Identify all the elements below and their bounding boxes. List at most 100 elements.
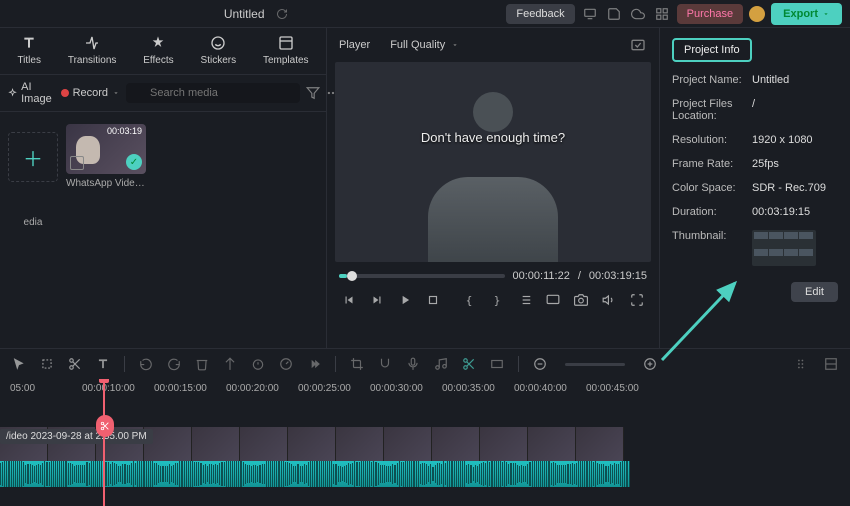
select-tool-icon[interactable] [38, 355, 56, 373]
tool-tabs: Titles Transitions Effects Stickers Temp… [0, 28, 326, 75]
clip-label: /ideo 2023-09-28 at 2.55.00 PM [0, 429, 153, 444]
tab-transitions[interactable]: Transitions [68, 34, 117, 66]
fullscreen-icon[interactable] [627, 290, 647, 310]
quality-select[interactable]: Full Quality [382, 36, 467, 54]
video-caption: Don't have enough time? [421, 130, 565, 145]
inspector-panel: Project Info Project Name:Untitled Proje… [659, 28, 850, 348]
display-icon[interactable] [543, 290, 563, 310]
crop-icon[interactable] [348, 355, 366, 373]
prop-colorspace: SDR - Rec.709 [752, 182, 826, 194]
media-duration: 00:03:19 [107, 126, 142, 136]
thumbnail-preview [752, 230, 816, 266]
tab-effects[interactable]: Effects [143, 34, 173, 66]
tab-templates[interactable]: Templates [263, 34, 309, 66]
ai-image-button[interactable]: AI Image [8, 81, 55, 105]
current-time: 00:00:11:22 [513, 270, 570, 282]
project-info-button[interactable]: Project Info [672, 38, 752, 62]
main-area: Titles Transitions Effects Stickers Temp… [0, 28, 850, 348]
zoom-in-icon[interactable] [641, 355, 659, 373]
media-category-label: edia [24, 217, 43, 228]
purchase-button[interactable]: Purchase [677, 4, 743, 24]
volume-icon[interactable] [599, 290, 619, 310]
media-type-icon [70, 156, 84, 170]
marker-icon[interactable] [221, 355, 239, 373]
chevron-down-icon [451, 41, 459, 49]
record-button[interactable]: Record [61, 87, 120, 99]
prop-resolution: 1920 x 1080 [752, 134, 813, 146]
media-name: WhatsApp Video 202... [66, 178, 146, 189]
pointer-tool-icon[interactable] [10, 355, 28, 373]
mic-icon[interactable] [404, 355, 422, 373]
export-button[interactable]: Export [771, 3, 842, 25]
delete-icon[interactable] [193, 355, 211, 373]
text-icon [20, 34, 38, 52]
play-button[interactable] [395, 290, 415, 310]
prop-files-location: / [752, 98, 755, 122]
avatar[interactable] [749, 6, 765, 22]
track-options-icon[interactable] [794, 355, 812, 373]
cut-marker[interactable] [96, 415, 114, 437]
camera-icon[interactable] [571, 290, 591, 310]
effects-icon [149, 34, 167, 52]
add-media-button[interactable]: ＋ [8, 132, 58, 182]
prop-project-name: Untitled [752, 74, 789, 86]
record-dot-icon [61, 89, 69, 97]
more-tools-icon[interactable] [305, 355, 323, 373]
media-toolbar: AI Image Record [0, 75, 326, 112]
brace-left-icon[interactable]: { [459, 290, 479, 310]
cloud-icon[interactable] [629, 5, 647, 23]
text-tool-icon[interactable] [94, 355, 112, 373]
chevron-down-icon [112, 89, 120, 97]
video-viewport[interactable]: Don't have enough time? [335, 62, 651, 262]
brace-right-icon[interactable]: } [487, 290, 507, 310]
scrub-head[interactable] [347, 271, 357, 281]
grid-icon[interactable] [653, 5, 671, 23]
media-item[interactable]: 00:03:19 ✓ WhatsApp Video 202... [66, 124, 146, 189]
presentation-icon[interactable] [581, 5, 599, 23]
aspect-icon[interactable] [488, 355, 506, 373]
prev-frame-button[interactable] [339, 290, 359, 310]
audio-tool-icon[interactable] [432, 355, 450, 373]
audio-track[interactable] [0, 461, 630, 487]
tab-titles[interactable]: Titles [17, 34, 41, 66]
feedback-button[interactable]: Feedback [506, 4, 574, 24]
snapshot-icon[interactable] [629, 36, 647, 54]
stop-button[interactable] [423, 290, 443, 310]
tab-stickers[interactable]: Stickers [201, 34, 237, 66]
stickers-icon [209, 34, 227, 52]
sync-icon[interactable] [273, 5, 291, 23]
prop-duration: 00:03:19:15 [752, 206, 810, 218]
redo-icon[interactable] [165, 355, 183, 373]
list-icon[interactable] [515, 290, 535, 310]
media-panel: Titles Transitions Effects Stickers Temp… [0, 28, 327, 348]
search-input[interactable] [126, 83, 300, 103]
total-time: 00:03:19:15 [589, 270, 647, 282]
save-icon[interactable] [605, 5, 623, 23]
next-frame-button[interactable] [367, 290, 387, 310]
zoom-slider[interactable] [565, 363, 625, 366]
edit-button[interactable]: Edit [791, 282, 838, 302]
scrubber[interactable] [339, 274, 505, 278]
timeline: 05:00 00:00:10:00 00:00:15:00 00:00:20:0… [0, 348, 850, 506]
zoom-out-icon[interactable] [531, 355, 549, 373]
cut-tool-icon[interactable] [66, 355, 84, 373]
playhead[interactable] [103, 379, 105, 506]
templates-icon [277, 34, 295, 52]
media-thumbnail[interactable]: 00:03:19 ✓ [66, 124, 146, 174]
auto-cut-icon[interactable] [460, 355, 478, 373]
layout-icon[interactable] [822, 355, 840, 373]
player-label: Player [339, 39, 370, 51]
title-bar: Untitled Feedback Purchase Export [0, 0, 850, 28]
prop-framerate: 25fps [752, 158, 779, 170]
sparkle-icon [8, 87, 17, 99]
timer-icon[interactable] [249, 355, 267, 373]
player-panel: Player Full Quality Don't have enough ti… [327, 28, 659, 348]
timeline-ruler[interactable]: 05:00 00:00:10:00 00:00:15:00 00:00:20:0… [0, 379, 850, 397]
transitions-icon [83, 34, 101, 52]
magnet-icon[interactable] [376, 355, 394, 373]
check-icon: ✓ [126, 154, 142, 170]
project-title: Untitled [224, 7, 265, 21]
filter-icon[interactable] [306, 84, 320, 102]
undo-icon[interactable] [137, 355, 155, 373]
speed-icon[interactable] [277, 355, 295, 373]
